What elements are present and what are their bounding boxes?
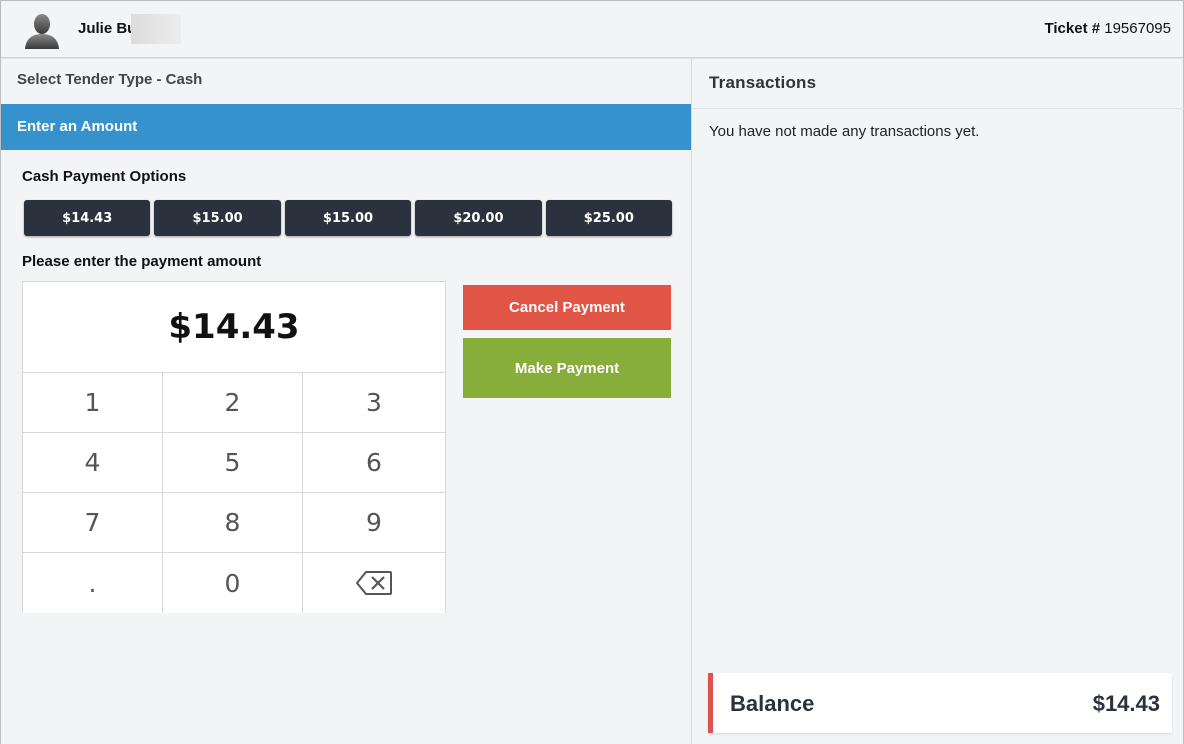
cash-option-button[interactable]: $15.00 <box>284 200 412 236</box>
amount-display: $14.43 <box>23 282 445 373</box>
redacted-area <box>131 14 181 44</box>
key-9[interactable]: 9 <box>303 493 445 553</box>
cash-options-row: $14.43 $15.00 $15.00 $20.00 $25.00 <box>24 200 673 236</box>
tender-type-title: Select Tender Type - Cash <box>17 71 203 88</box>
balance-value: $14.43 <box>1092 691 1160 716</box>
key-5[interactable]: 5 <box>163 433 303 493</box>
payment-panel: Select Tender Type - Cash Enter an Amoun… <box>1 59 691 744</box>
keypad-keys: 1 2 3 4 5 6 7 8 9 . 0 <box>23 373 445 613</box>
numeric-keypad: $14.43 1 2 3 4 5 6 7 8 9 . 0 <box>22 281 446 613</box>
cash-option-button[interactable]: $15.00 <box>154 200 281 236</box>
cash-option-button[interactable]: $20.00 <box>415 200 542 236</box>
balance-card: Balance $14.43 <box>708 673 1172 733</box>
enter-amount-bar: Enter an Amount <box>1 104 691 150</box>
key-4[interactable]: 4 <box>23 433 163 493</box>
transactions-divider <box>692 108 1184 109</box>
transactions-title: Transactions <box>709 73 817 92</box>
key-6[interactable]: 6 <box>303 433 445 493</box>
key-backspace[interactable] <box>303 553 445 613</box>
key-2[interactable]: 2 <box>163 373 303 433</box>
payment-amount-label: Please enter the payment amount <box>22 253 262 270</box>
cash-option-button[interactable]: $14.43 <box>24 200 151 236</box>
backspace-icon <box>356 571 392 595</box>
balance-label: Balance <box>730 691 815 716</box>
make-payment-button[interactable]: Make Payment <box>463 338 671 398</box>
user-name: Julie Bu <box>78 20 137 37</box>
cancel-payment-button[interactable]: Cancel Payment <box>463 285 671 330</box>
key-7[interactable]: 7 <box>23 493 163 553</box>
key-1[interactable]: 1 <box>23 373 163 433</box>
transactions-panel: Transactions You have not made any trans… <box>691 59 1184 744</box>
key-3[interactable]: 3 <box>303 373 445 433</box>
cash-options-label: Cash Payment Options <box>22 168 187 185</box>
cash-option-button[interactable]: $25.00 <box>545 200 673 236</box>
user-silhouette-icon <box>25 14 59 49</box>
key-8[interactable]: 8 <box>163 493 303 553</box>
key-0[interactable]: 0 <box>163 553 303 613</box>
key-decimal[interactable]: . <box>23 553 163 613</box>
ticket-info: Ticket # 19567095 <box>1044 20 1171 37</box>
app-window: Julie Bu Ticket # 19567095 Select Tender… <box>0 0 1184 744</box>
ticket-label: Ticket # <box>1044 20 1101 37</box>
header-bar: Julie Bu Ticket # 19567095 <box>1 1 1183 58</box>
transactions-empty-message: You have not made any transactions yet. <box>709 123 980 140</box>
ticket-number: 19567095 <box>1104 20 1171 37</box>
